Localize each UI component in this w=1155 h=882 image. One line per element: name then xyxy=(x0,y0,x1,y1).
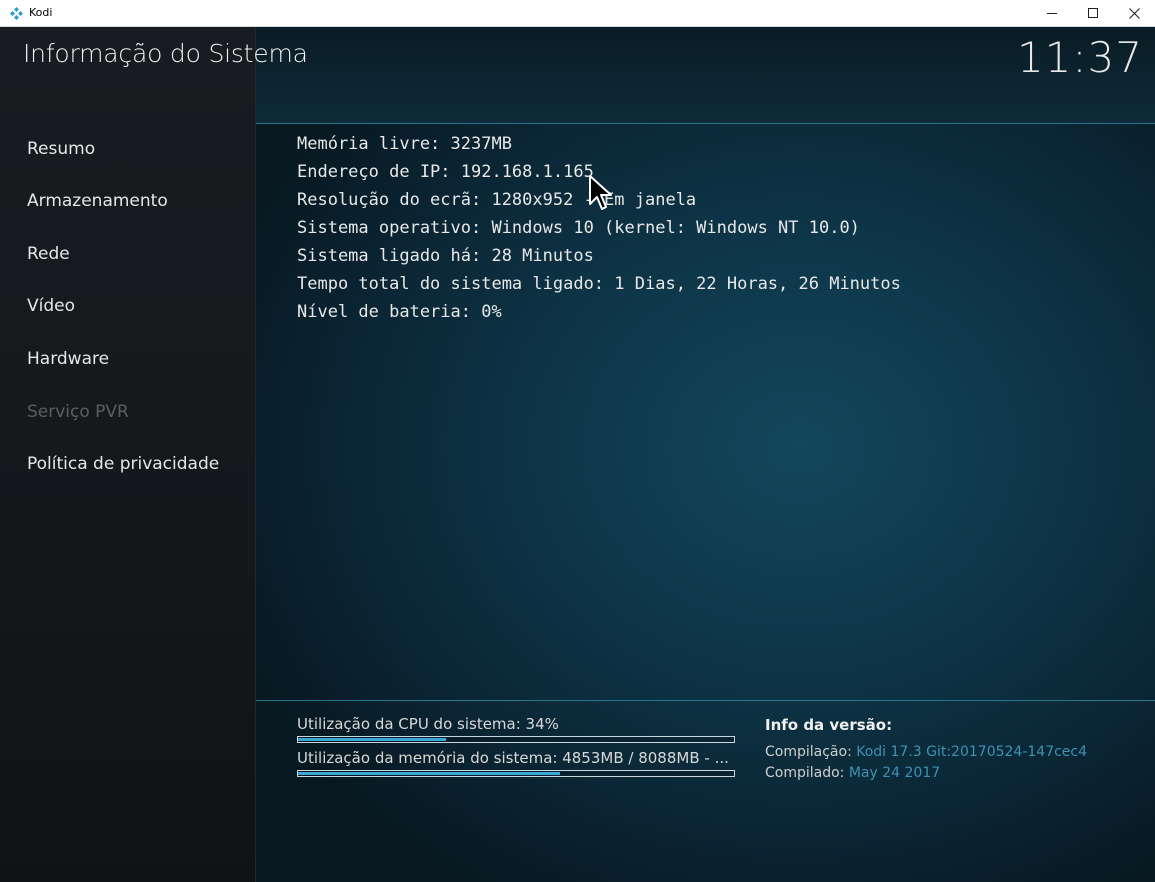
sidebar-item-video[interactable]: Vídeo xyxy=(27,296,75,316)
version-build-row: Compilação: Kodi 17.3 Git:20170524-147ce… xyxy=(765,744,1087,760)
version-build-value: Kodi 17.3 Git:20170524-147cec4 xyxy=(856,744,1088,760)
sidebar-item-servico-pvr: Serviço PVR xyxy=(27,402,129,422)
cpu-usage-label: Utilização da CPU do sistema: 34% xyxy=(297,715,559,733)
info-ip-address: Endereço de IP: 192.168.1.165 xyxy=(297,162,594,182)
sidebar-item-armazenamento[interactable]: Armazenamento xyxy=(27,191,168,211)
window-titlebar[interactable]: Kodi xyxy=(0,0,1155,27)
sidebar-item-politica-privacidade[interactable]: Política de privacidade xyxy=(27,454,219,474)
info-battery-level: Nível de bateria: 0% xyxy=(297,302,502,322)
sidebar-item-rede[interactable]: Rede xyxy=(27,244,70,264)
info-screen-resolution: Resolução do ecrã: 1280x952 - Em janela xyxy=(297,190,697,210)
memory-usage-label: Utilização da memória do sistema: 4853MB… xyxy=(297,749,729,767)
maximize-button[interactable] xyxy=(1072,0,1114,26)
version-info-title: Info da versão: xyxy=(765,716,893,734)
maximize-icon xyxy=(1087,7,1098,18)
version-compiled-value: May 24 2017 xyxy=(848,765,941,781)
close-button[interactable] xyxy=(1113,0,1155,26)
sidebar-item-resumo[interactable]: Resumo xyxy=(27,139,95,159)
page-title: Informação do Sistema xyxy=(23,39,308,68)
divider-bottom xyxy=(256,700,1155,701)
mouse-pointer-icon xyxy=(589,175,612,210)
window-title: Kodi xyxy=(29,6,53,19)
clock: 11:37 xyxy=(1016,33,1143,82)
memory-usage-bar-fill xyxy=(298,772,560,775)
sidebar-item-hardware[interactable]: Hardware xyxy=(27,349,109,369)
info-total-uptime: Tempo total do sistema ligado: 1 Dias, 2… xyxy=(297,274,901,294)
version-compiled-row: Compilado: May 24 2017 xyxy=(765,765,940,781)
kodi-window: Kodi Informação do Sistema 11:37 Resumo xyxy=(0,0,1155,882)
close-icon xyxy=(1128,7,1140,19)
memory-usage-bar xyxy=(297,770,735,777)
minimize-icon xyxy=(1046,12,1057,14)
cpu-usage-bar xyxy=(297,736,735,743)
info-free-memory: Memória livre: 3237MB xyxy=(297,134,512,154)
info-operating-system: Sistema operativo: Windows 10 (kernel: W… xyxy=(297,218,860,238)
kodi-logo-icon xyxy=(10,7,23,20)
version-build-label: Compilação: xyxy=(765,744,857,760)
divider-top xyxy=(256,123,1155,124)
version-compiled-label: Compilado: xyxy=(765,765,849,781)
kodi-stage: Informação do Sistema 11:37 Resumo Armaz… xyxy=(0,27,1155,882)
info-system-uptime: Sistema ligado há: 28 Minutos xyxy=(297,246,594,266)
minimize-button[interactable] xyxy=(1031,0,1073,26)
cpu-usage-bar-fill xyxy=(298,738,446,741)
